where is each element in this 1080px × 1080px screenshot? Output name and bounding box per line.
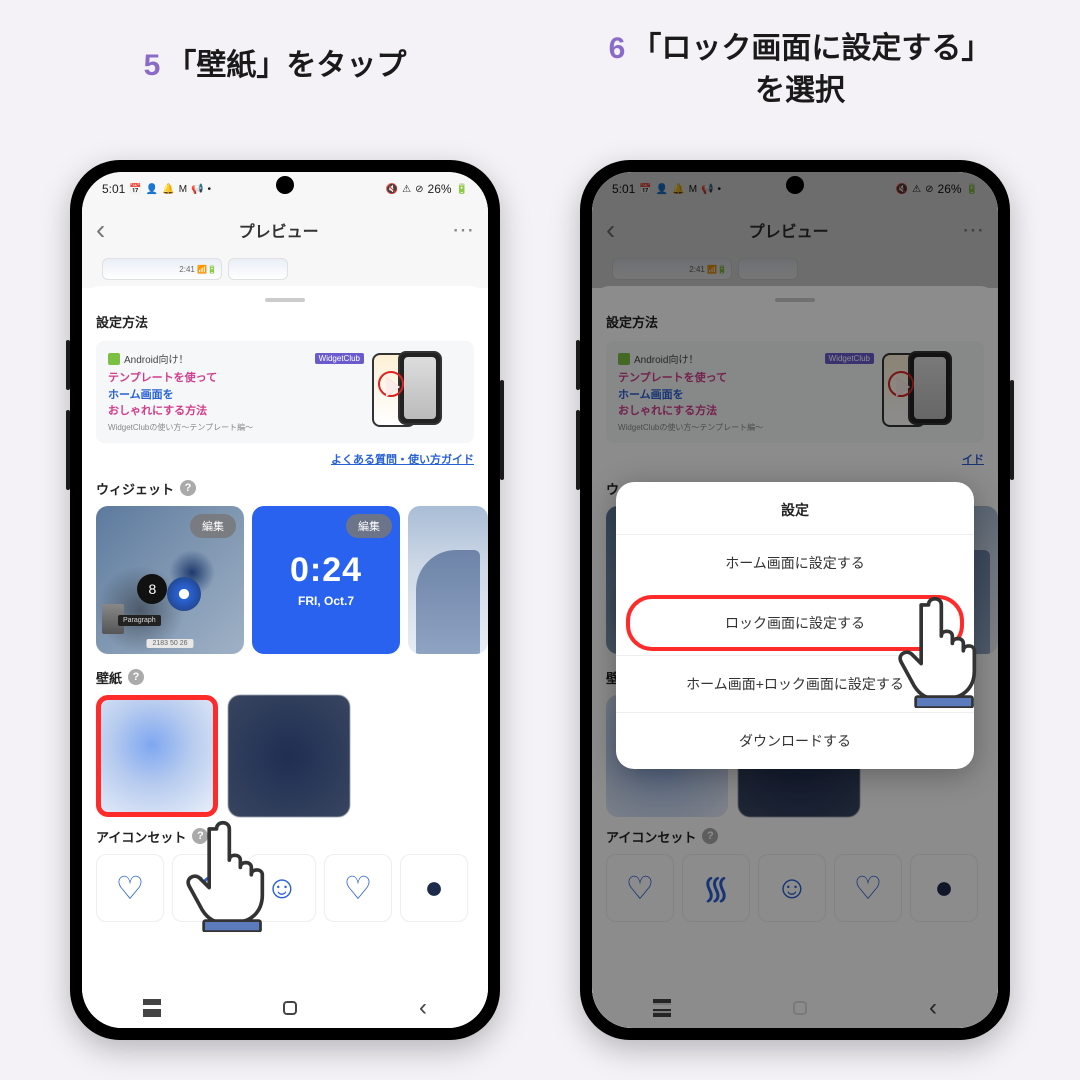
edit-chip[interactable]: 編集	[190, 514, 236, 538]
step5-title: 5「壁紙」をタップ	[60, 45, 490, 87]
iconset-smiley[interactable]: ☺	[248, 854, 316, 922]
back-button[interactable]	[96, 214, 105, 246]
widget-card-photo[interactable]: 編集 8 Paragraph 2183 50 26	[96, 506, 244, 654]
help-icon[interactable]: ?	[180, 480, 196, 496]
mail-icon: M	[179, 184, 187, 195]
modal-title: 設定	[616, 482, 974, 534]
widget-card-jeans[interactable]	[408, 506, 488, 654]
android-label: Android向け！	[124, 351, 188, 366]
section-wallpaper: 壁紙 ?	[96, 668, 474, 687]
battery-icon: 🔋	[456, 184, 468, 195]
megaphone-icon: 📢	[191, 184, 203, 195]
section-widgets: ウィジェット ?	[96, 479, 474, 498]
phone-step5: 5:01 📅 👤 🔔 M 📢 • 🔇 ⚠ ⊘ 26% 🔋	[70, 160, 500, 1040]
help-icon[interactable]: ?	[128, 669, 144, 685]
edit-chip[interactable]: 編集	[346, 514, 392, 538]
step5-number: 5	[144, 49, 161, 82]
iconset-heart-outline[interactable]: ♡	[324, 854, 392, 922]
nav-home[interactable]	[283, 1001, 297, 1015]
no-sim-icon: ⊘	[415, 184, 423, 195]
camera-hole	[276, 176, 294, 194]
option-set-both[interactable]: ホーム画面+ロック画面に設定する	[616, 655, 974, 712]
mute-icon: 🔇	[386, 184, 398, 195]
eight-ball-icon: 8	[137, 574, 167, 604]
camera-hole	[786, 176, 804, 194]
nav-recent[interactable]	[143, 1003, 161, 1013]
clock-time: 0:24	[290, 551, 362, 590]
step6-title: 6「ロック画面に設定する」 を選択	[560, 28, 1040, 112]
howto-banner[interactable]: Android向け！ WidgetClub テンプレートを使って ホーム画面を …	[96, 341, 474, 443]
wallpaper-dark-blue[interactable]	[228, 695, 350, 817]
paragraph-tag: Paragraph	[118, 615, 161, 626]
globe-disc-icon	[167, 577, 201, 611]
calendar-icon: 📅	[129, 184, 141, 195]
status-battery: 26%	[428, 182, 452, 196]
card-bottom-tag: 2183 50 26	[146, 639, 193, 648]
person-icon: 👤	[146, 184, 158, 195]
iconset-heart[interactable]: ♡	[96, 854, 164, 922]
faq-link[interactable]: よくある質問・使い方ガイド	[96, 451, 474, 467]
android-navbar	[82, 988, 488, 1028]
wallpaper-light-blue[interactable]	[96, 695, 218, 817]
phone-step6: 5:01 📅 👤 🔔 M 📢 • 🔇 ⚠ ⊘ 26% 🔋	[580, 160, 1010, 1040]
status-time: 5:01	[102, 182, 125, 196]
more-button[interactable]	[452, 217, 474, 243]
sheet-title: 設定方法	[96, 312, 474, 331]
app-header: プレビュー	[82, 206, 488, 254]
option-set-home[interactable]: ホーム画面に設定する	[616, 534, 974, 591]
wifi-off-icon: ⚠	[402, 184, 411, 195]
iconset-blob[interactable]: ●	[400, 854, 468, 922]
step6-number: 6	[609, 32, 626, 65]
section-iconset: アイコンセット ?	[96, 827, 474, 846]
help-icon[interactable]: ?	[192, 828, 208, 844]
option-download[interactable]: ダウンロードする	[616, 712, 974, 769]
iconset-swirl[interactable]: ᯾	[172, 854, 240, 922]
dot-icon: •	[208, 184, 212, 195]
widget-card-clock[interactable]: 編集 0:24 FRI, Oct.7	[252, 506, 400, 654]
header-title: プレビュー	[239, 218, 319, 242]
bottom-sheet: 設定方法 Android向け！ WidgetClub テンプレートを使って ホー…	[82, 286, 488, 1028]
settings-modal: 設定 ホーム画面に設定する ロック画面に設定する ホーム画面+ロック画面に設定す…	[616, 482, 974, 769]
mini-preview-card	[228, 258, 288, 280]
widgetclub-badge: WidgetClub	[315, 353, 364, 364]
mini-preview-strip: 2:41 📶🔋	[82, 254, 488, 288]
android-icon	[108, 353, 120, 365]
bell-icon: 🔔	[162, 184, 174, 195]
option-set-lock[interactable]: ロック画面に設定する	[626, 595, 964, 651]
nav-back[interactable]	[419, 994, 427, 1022]
banner-phones-illustration	[372, 351, 462, 429]
sheet-grabber[interactable]	[265, 298, 305, 302]
clock-date: FRI, Oct.7	[298, 594, 354, 608]
mini-preview-card: 2:41 📶🔋	[102, 258, 222, 280]
